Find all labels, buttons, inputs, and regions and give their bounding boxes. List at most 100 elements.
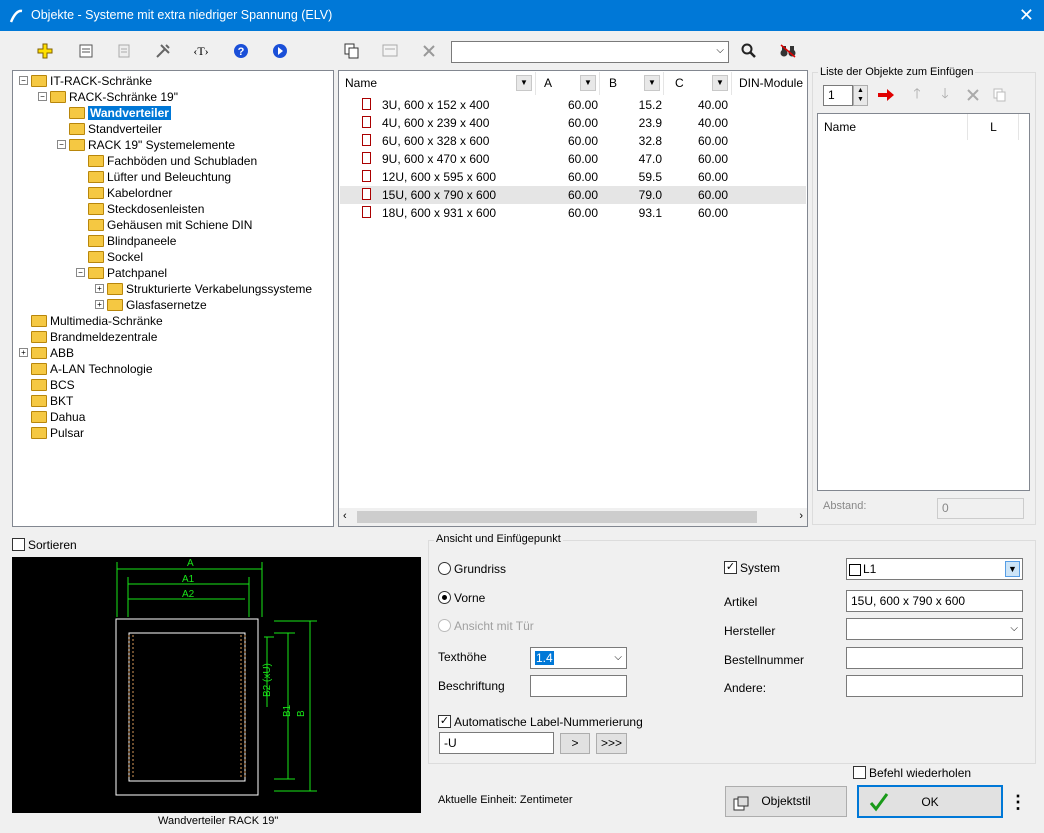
tree-item[interactable]: Wandverteiler (57, 105, 172, 121)
table-row[interactable]: 18U, 600 x 931 x 600 60.00 93.1 60.00 (340, 204, 806, 222)
chevron-down-icon[interactable]: ▼ (1005, 561, 1020, 577)
next-button[interactable]: > (560, 733, 590, 754)
expand-toggle-icon[interactable]: − (38, 92, 47, 102)
table-row[interactable]: 4U, 600 x 239 x 400 60.00 23.9 40.00 (340, 114, 806, 132)
expand-toggle-icon[interactable]: − (57, 140, 66, 150)
tree-item-label: Dahua (50, 410, 86, 424)
title-bar: Objekte - Systeme mit extra niedriger Sp… (0, 0, 1044, 31)
radio-vorne[interactable]: Vorne (438, 591, 485, 605)
hersteller-select[interactable]: ⌵ (846, 618, 1023, 640)
cell-c: 60.00 (697, 206, 728, 220)
texthoehe-select[interactable]: 1.4 ⌵ (530, 647, 627, 669)
all-button[interactable]: >>> (596, 733, 627, 754)
label-prefix-input[interactable]: -U (439, 732, 554, 754)
table-row[interactable]: 9U, 600 x 470 x 600 60.00 47.0 60.00 (340, 150, 806, 168)
tree-item[interactable]: − IT-RACK-Schränke (19, 73, 152, 89)
andere-input[interactable] (846, 675, 1023, 697)
folder-icon (107, 298, 123, 311)
ok-button[interactable]: OK (857, 785, 1003, 818)
help-icon[interactable]: ? (229, 39, 253, 63)
tree-item[interactable]: Multimedia-Schränke (19, 313, 163, 329)
col-header-din[interactable]: DIN-Module (733, 72, 806, 95)
col-header-c[interactable]: C ▼ (665, 72, 732, 95)
tree-item-label: Pulsar (50, 426, 85, 440)
auto-numbering-checkbox[interactable]: ✓ Automatische Label-Nummerierung (438, 715, 643, 729)
objektstil-button[interactable]: Objektstil (725, 786, 847, 817)
expand-toggle-icon[interactable]: − (19, 76, 28, 86)
tree-item[interactable]: − RACK-Schränke 19" (38, 89, 178, 105)
tree-item[interactable]: Sockel (76, 249, 143, 265)
search-input[interactable]: ⌵ (451, 41, 729, 63)
tree-item[interactable]: BCS (19, 377, 75, 393)
tree-item[interactable]: + Strukturierte Verkabelungssysteme (95, 281, 312, 297)
table-row[interactable]: 3U, 600 x 152 x 400 60.00 15.2 40.00 (340, 96, 806, 114)
more-options-button[interactable]: ⋮ (1008, 788, 1028, 816)
chevron-down-icon[interactable]: ▼ (712, 75, 728, 91)
category-tree[interactable]: − IT-RACK-Schränke − RACK-Schränke 19" Wandv… (12, 70, 334, 527)
artikel-input[interactable]: 15U, 600 x 790 x 600 (846, 590, 1023, 612)
tree-item[interactable]: Gehäusen mit Schiene DIN (76, 217, 252, 233)
chevron-down-icon[interactable]: ▼ (516, 75, 532, 91)
insert-col-l[interactable]: L (969, 114, 1019, 140)
search-icon[interactable] (737, 39, 761, 63)
tree-item[interactable]: − RACK 19" Systemelemente (57, 137, 235, 153)
tree-item[interactable]: − Patchpanel (76, 265, 167, 281)
close-button[interactable]: ✕ (1019, 5, 1034, 26)
col-header-a[interactable]: A ▼ (537, 72, 600, 95)
insert-col-name[interactable]: Name (818, 114, 968, 140)
system-checkbox[interactable]: ✓ System (724, 561, 780, 575)
expand-toggle-icon[interactable]: + (19, 348, 28, 358)
beschriftung-input[interactable] (530, 675, 627, 697)
tree-item[interactable]: Pulsar (19, 425, 84, 441)
bestellnummer-input[interactable] (846, 647, 1023, 669)
system-select[interactable]: L1 ▼ (846, 558, 1023, 580)
scroll-thumb[interactable] (357, 511, 757, 523)
expand-toggle-icon[interactable]: + (95, 284, 104, 294)
table-row[interactable]: 12U, 600 x 595 x 600 60.00 59.5 60.00 (340, 168, 806, 186)
spacing-label: Abstand: (823, 500, 867, 512)
tree-item[interactable]: Fachböden und Schubladen (76, 153, 257, 169)
insert-list-table[interactable]: Name L (817, 113, 1030, 491)
tools-icon[interactable] (151, 39, 175, 63)
expand-toggle-icon[interactable]: + (95, 300, 104, 310)
text-icon[interactable]: ‹T› (189, 39, 213, 63)
insert-arrow-icon[interactable] (874, 83, 898, 107)
properties-icon[interactable] (74, 39, 98, 63)
expand-toggle-icon[interactable]: − (76, 268, 85, 278)
binoculars-icon[interactable] (776, 39, 800, 63)
repeat-command-checkbox[interactable]: Befehl wiederholen (853, 766, 971, 780)
list-scrollbar[interactable]: ‹ › (339, 508, 807, 526)
tree-item[interactable]: Dahua (19, 409, 85, 425)
scroll-right-icon[interactable]: › (799, 510, 803, 522)
tree-item[interactable]: Lüfter und Beleuchtung (76, 169, 231, 185)
table-row[interactable]: 15U, 600 x 790 x 600 60.00 79.0 60.00 (340, 186, 806, 204)
tree-item[interactable]: Kabelordner (76, 185, 172, 201)
chevron-down-icon[interactable]: ▼ (644, 75, 660, 91)
tree-item[interactable]: + Glasfasernetze (95, 297, 207, 313)
radio-grundriss[interactable]: Grundriss (438, 562, 506, 576)
tree-item[interactable]: Standverteiler (57, 121, 162, 137)
add-icon[interactable] (33, 39, 57, 63)
tree-item[interactable]: + ABB (19, 345, 74, 361)
tree-item[interactable]: BKT (19, 393, 73, 409)
tree-item[interactable]: Blindpaneele (76, 233, 176, 249)
tree-item[interactable]: Brandmeldezentrale (19, 329, 157, 345)
bestellnummer-label: Bestellnummer (724, 653, 805, 667)
tree-item[interactable]: Steckdosenleisten (76, 201, 204, 217)
folder-icon (69, 106, 85, 119)
chevron-down-icon[interactable]: ▼ (580, 75, 596, 91)
copy-icon[interactable] (340, 39, 364, 63)
sort-checkbox[interactable]: Sortieren (12, 538, 77, 552)
play-icon[interactable] (268, 39, 292, 63)
col-header-b[interactable]: B ▼ (601, 72, 664, 95)
remove-icon (961, 83, 985, 107)
table-row[interactable]: 6U, 600 x 328 x 600 60.00 32.8 60.00 (340, 132, 806, 150)
col-header-name[interactable]: Name ▼ (341, 72, 536, 95)
scroll-left-icon[interactable]: ‹ (343, 510, 347, 522)
tree-item[interactable]: A-LAN Technologie (19, 361, 153, 377)
count-spinner[interactable]: ▲ ▼ (853, 85, 868, 106)
tree-item-label: RACK-Schränke 19" (69, 90, 178, 104)
folder-icon (107, 282, 123, 295)
count-input[interactable]: 1 (823, 85, 853, 106)
app-icon (9, 9, 23, 23)
